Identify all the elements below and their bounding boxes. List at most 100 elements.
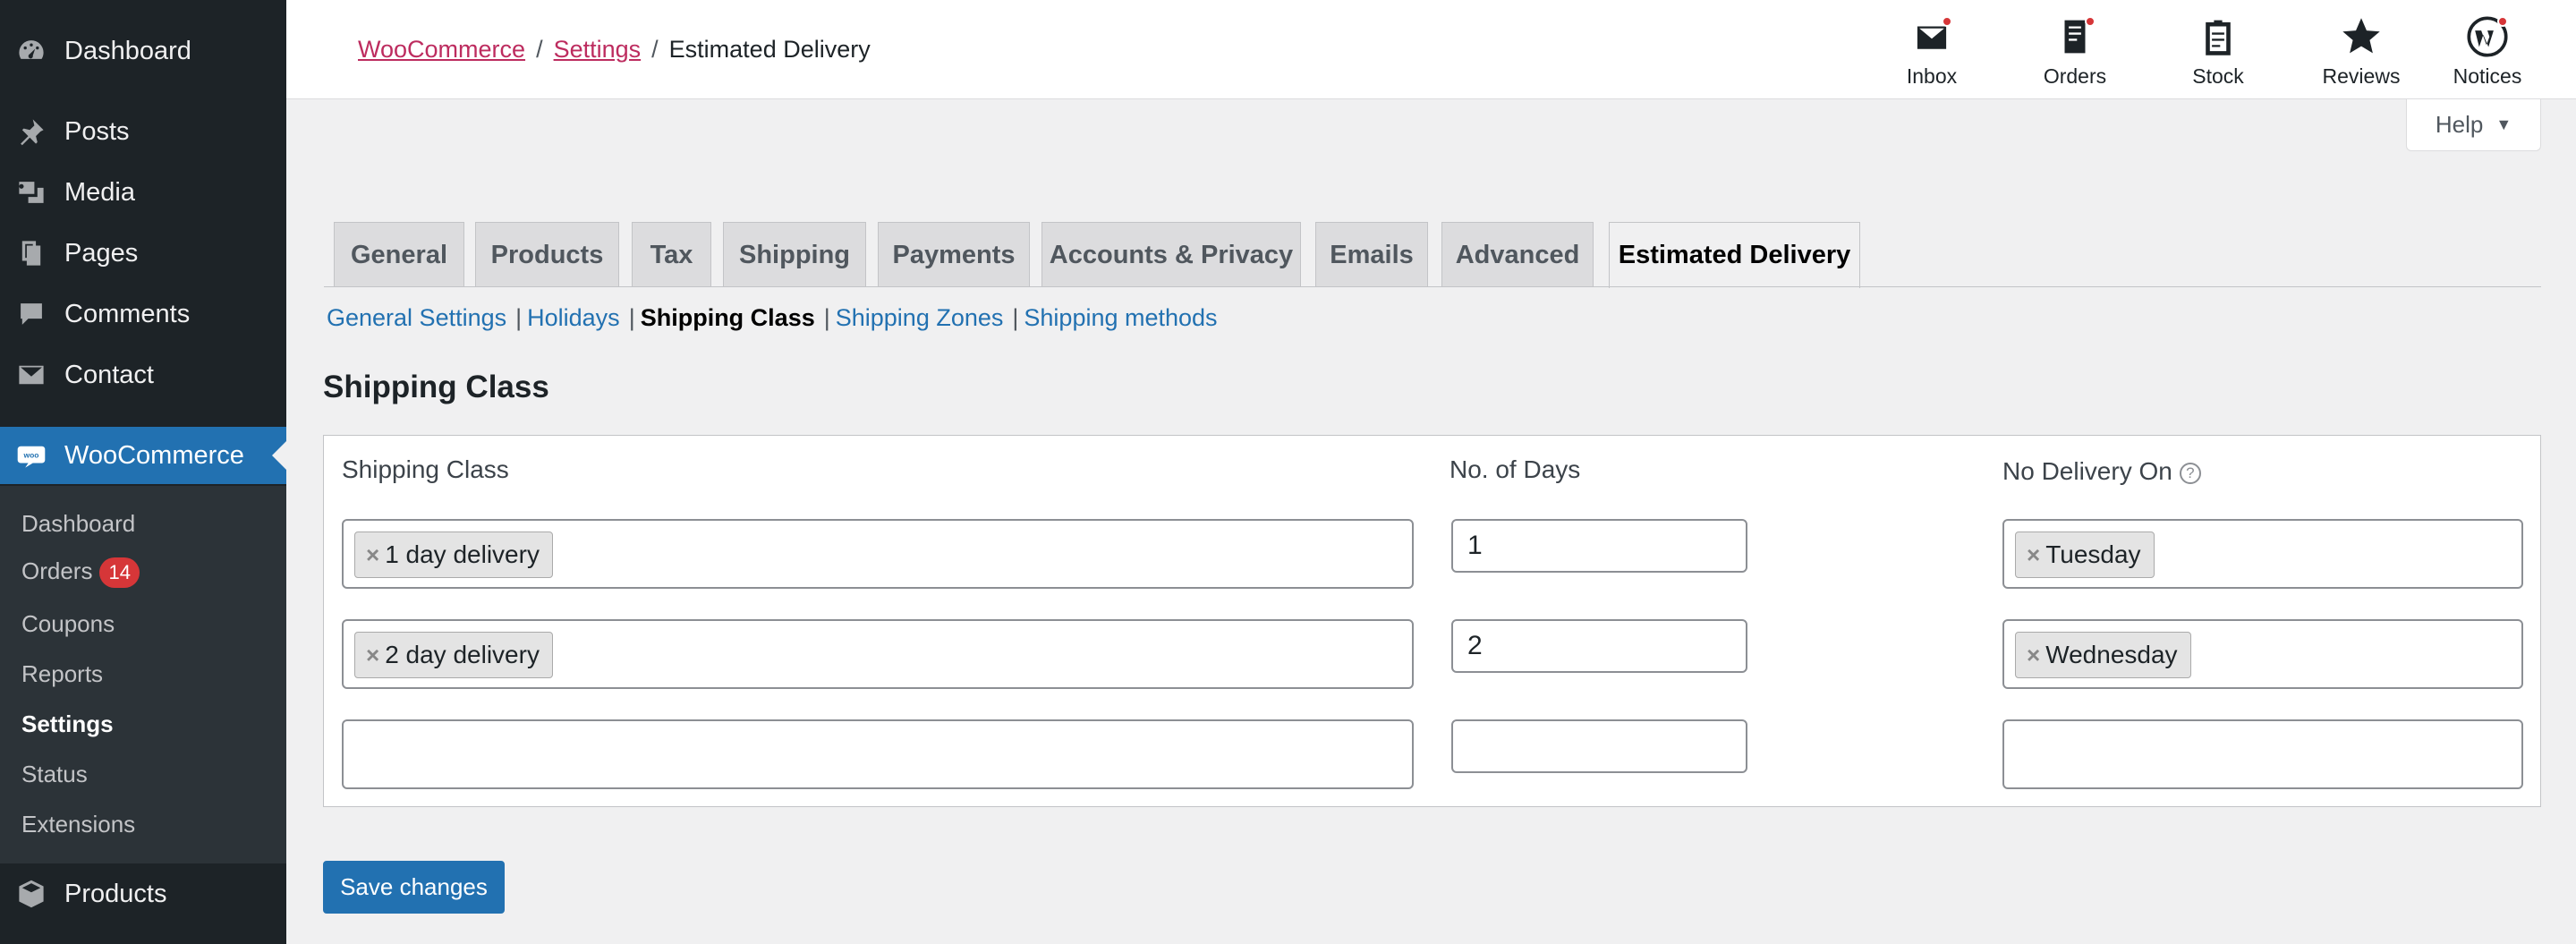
sidebar-item-posts[interactable]: Posts — [0, 103, 286, 160]
dashboard-icon — [14, 34, 48, 68]
remove-tag-icon[interactable]: × — [366, 541, 379, 569]
sidebar-item-comments[interactable]: Comments — [0, 285, 286, 343]
topbar-label: Notices — [2453, 64, 2522, 88]
tag-label: Wednesday — [2045, 641, 2178, 668]
help-label: Help — [2435, 111, 2484, 138]
submenu-item-reports[interactable]: Reports — [21, 660, 103, 688]
sublink-shipping-class[interactable]: Shipping Class — [641, 304, 815, 331]
sublink-separator: | — [628, 304, 635, 331]
star-icon — [2342, 18, 2380, 54]
box-icon — [14, 877, 48, 911]
submenu-label: Status — [21, 761, 88, 787]
tab-estimated-delivery[interactable]: Estimated Delivery — [1609, 222, 1860, 288]
topbar-label: Reviews — [2322, 64, 2401, 88]
notification-dot — [1942, 16, 1952, 27]
tab-advanced[interactable]: Advanced — [1441, 222, 1594, 287]
sidebar-item-contact[interactable]: Contact — [0, 346, 286, 404]
sublink-shipping-methods[interactable]: Shipping methods — [1024, 304, 1217, 331]
help-question-icon[interactable]: ? — [2179, 462, 2201, 484]
notification-dot — [2085, 16, 2096, 27]
tab-payments[interactable]: Payments — [878, 222, 1030, 287]
selected-tag: × 2 day delivery — [354, 632, 553, 678]
no-delivery-select-empty[interactable] — [2002, 719, 2523, 789]
submenu-item-settings[interactable]: Settings — [21, 710, 114, 738]
help-button[interactable]: Help ▼ — [2406, 99, 2541, 151]
pages-icon — [14, 236, 48, 270]
pin-icon — [14, 115, 48, 149]
sublink-holidays[interactable]: Holidays — [527, 304, 620, 331]
no-delivery-select[interactable]: × Wednesday — [2002, 619, 2523, 689]
tag-label: Tuesday — [2045, 540, 2141, 568]
remove-tag-icon[interactable]: × — [366, 642, 379, 669]
days-input[interactable]: 1 — [1451, 519, 1747, 573]
column-header-days: No. of Days — [1450, 455, 1581, 483]
tab-accounts-privacy[interactable]: Accounts & Privacy — [1041, 222, 1301, 287]
topbar-orders[interactable]: Orders — [2021, 16, 2129, 89]
sublink-separator: | — [823, 304, 830, 331]
column-header-label: No Delivery On — [2002, 457, 2172, 485]
sublink-separator: | — [1012, 304, 1019, 331]
no-delivery-select[interactable]: × Tuesday — [2002, 519, 2523, 589]
notification-dot — [2497, 16, 2508, 27]
submenu-item-dashboard[interactable]: Dashboard — [21, 510, 135, 538]
submenu-item-status[interactable]: Status — [21, 761, 88, 788]
submenu-label: Settings — [21, 710, 114, 737]
sublink-shipping-zones[interactable]: Shipping Zones — [836, 304, 1004, 331]
tab-general[interactable]: General — [334, 222, 464, 287]
submenu-item-orders[interactable]: Orders 14 — [21, 557, 140, 589]
sidebar-item-dashboard[interactable]: Dashboard — [0, 22, 286, 80]
save-changes-button[interactable]: Save changes — [323, 861, 505, 914]
breadcrumb-separator: / — [651, 36, 659, 63]
media-icon — [14, 175, 48, 209]
breadcrumb: WooCommerce / Settings / Estimated Delivery — [358, 36, 871, 64]
submenu-label: Reports — [21, 660, 104, 687]
sidebar-item-products[interactable]: Products — [0, 865, 286, 923]
days-input[interactable]: 2 — [1451, 619, 1747, 673]
stock-icon — [2206, 20, 2231, 55]
breadcrumb-link-woocommerce[interactable]: WooCommerce — [358, 36, 525, 63]
submenu-label: Dashboard — [21, 510, 136, 537]
topbar-notices[interactable]: Notices — [2434, 16, 2541, 89]
sidebar-item-label: Posts — [64, 116, 130, 146]
tab-tax[interactable]: Tax — [632, 222, 711, 287]
sublink-separator: | — [515, 304, 523, 331]
shipping-class-select-empty[interactable] — [342, 719, 1414, 789]
topbar-stock[interactable]: Stock — [2164, 16, 2272, 89]
admin-sidebar: Dashboard Posts Media Pages Comments Con… — [0, 0, 286, 944]
topbar-label: Inbox — [1906, 64, 1958, 88]
sidebar-item-pages[interactable]: Pages — [0, 225, 286, 282]
sidebar-item-woocommerce[interactable]: woo WooCommerce — [0, 427, 286, 484]
submenu-item-coupons[interactable]: Coupons — [21, 610, 115, 638]
tab-emails[interactable]: Emails — [1315, 222, 1428, 287]
woo-icon: woo — [14, 438, 48, 472]
sidebar-item-label: Media — [64, 177, 135, 207]
shipping-class-select[interactable]: × 1 day delivery — [342, 519, 1414, 589]
sidebar-item-label: Products — [64, 879, 167, 908]
section-title: Shipping Class — [323, 370, 549, 404]
tab-shipping[interactable]: Shipping — [723, 222, 866, 287]
comment-icon — [14, 297, 48, 331]
woocommerce-submenu: Dashboard Orders 14 Coupons Reports Setti… — [0, 486, 286, 863]
breadcrumb-link-settings[interactable]: Settings — [554, 36, 642, 63]
remove-tag-icon[interactable]: × — [2027, 642, 2040, 669]
sidebar-item-media[interactable]: Media — [0, 164, 286, 221]
days-input-empty[interactable] — [1451, 719, 1747, 773]
tab-products[interactable]: Products — [475, 222, 619, 287]
breadcrumb-current: Estimated Delivery — [668, 36, 871, 63]
sidebar-item-label: WooCommerce — [64, 440, 244, 470]
sublink-general-settings[interactable]: General Settings — [327, 304, 506, 331]
topbar-label: Stock — [2192, 64, 2244, 88]
shipping-class-select[interactable]: × 2 day delivery — [342, 619, 1414, 689]
topbar-reviews[interactable]: Reviews — [2308, 16, 2415, 89]
topbar-inbox[interactable]: Inbox — [1878, 16, 1985, 89]
remove-tag-icon[interactable]: × — [2027, 541, 2040, 569]
column-header-shipping-class: Shipping Class — [342, 455, 509, 483]
column-header-no-delivery: No Delivery On? — [2002, 457, 2201, 486]
tag-label: 1 day delivery — [385, 540, 540, 568]
topbar-label: Orders — [2043, 64, 2107, 88]
submenu-item-extensions[interactable]: Extensions — [21, 811, 135, 838]
tabs-divider — [324, 286, 2541, 287]
submenu-label: Extensions — [21, 811, 136, 838]
subsection-links: General Settings | Holidays | Shipping Class… — [327, 304, 1218, 332]
woocommerce-header: WooCommerce / Settings / Estimated Delivery … — [286, 0, 2576, 99]
